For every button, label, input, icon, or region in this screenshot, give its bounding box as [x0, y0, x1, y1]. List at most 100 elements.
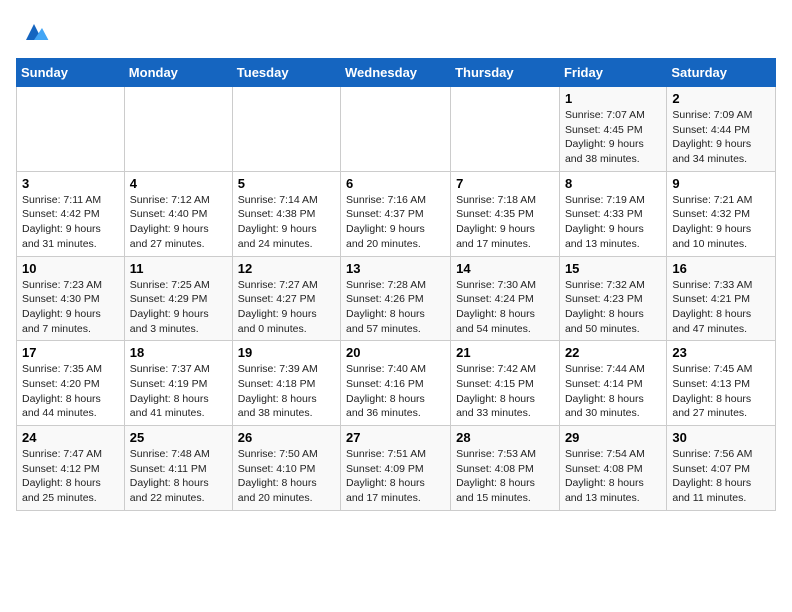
- day-cell: 11 Sunrise: 7:25 AMSunset: 4:29 PMDayligh…: [124, 256, 232, 341]
- day-info: Sunrise: 7:51 AMSunset: 4:09 PMDaylight:…: [346, 447, 445, 506]
- day-info: Sunrise: 7:32 AMSunset: 4:23 PMDaylight:…: [565, 278, 661, 337]
- day-cell: 23 Sunrise: 7:45 AMSunset: 4:13 PMDayligh…: [667, 341, 776, 426]
- day-info: Sunrise: 7:30 AMSunset: 4:24 PMDaylight:…: [456, 278, 554, 337]
- day-info: Sunrise: 7:47 AMSunset: 4:12 PMDaylight:…: [22, 447, 119, 506]
- day-info: Sunrise: 7:27 AMSunset: 4:27 PMDaylight:…: [238, 278, 335, 337]
- day-number: 28: [456, 430, 554, 445]
- day-number: 27: [346, 430, 445, 445]
- day-info: Sunrise: 7:40 AMSunset: 4:16 PMDaylight:…: [346, 362, 445, 421]
- day-cell: 26 Sunrise: 7:50 AMSunset: 4:10 PMDayligh…: [232, 426, 340, 511]
- day-number: 3: [22, 176, 119, 191]
- day-info: Sunrise: 7:11 AMSunset: 4:42 PMDaylight:…: [22, 193, 119, 252]
- day-cell: 3 Sunrise: 7:11 AMSunset: 4:42 PMDaylight…: [17, 171, 125, 256]
- day-cell: 19Sunrise: 7:39 AMSunset: 4:18 PMDayligh…: [232, 341, 340, 426]
- day-info: Sunrise: 7:45 AMSunset: 4:13 PMDaylight:…: [672, 362, 770, 421]
- day-cell: 18 Sunrise: 7:37 AMSunset: 4:19 PMDayligh…: [124, 341, 232, 426]
- weekday-header-friday: Friday: [559, 59, 666, 87]
- day-number: 11: [130, 261, 227, 276]
- day-info: Sunrise: 7:37 AMSunset: 4:19 PMDaylight:…: [130, 362, 227, 421]
- day-number: 17: [22, 345, 119, 360]
- day-info: Sunrise: 7:28 AMSunset: 4:26 PMDaylight:…: [346, 278, 445, 337]
- weekday-header-tuesday: Tuesday: [232, 59, 340, 87]
- day-cell: 8 Sunrise: 7:19 AMSunset: 4:33 PMDaylight…: [559, 171, 666, 256]
- day-cell: [17, 87, 125, 172]
- day-number: 26: [238, 430, 335, 445]
- week-row-3: 10 Sunrise: 7:23 AMSunset: 4:30 PMDayligh…: [17, 256, 776, 341]
- day-number: 6: [346, 176, 445, 191]
- day-cell: 27 Sunrise: 7:51 AMSunset: 4:09 PMDayligh…: [341, 426, 451, 511]
- logo-icon: [18, 16, 50, 48]
- weekday-header-saturday: Saturday: [667, 59, 776, 87]
- day-info: Sunrise: 7:21 AMSunset: 4:32 PMDaylight:…: [672, 193, 770, 252]
- day-info: Sunrise: 7:33 AMSunset: 4:21 PMDaylight:…: [672, 278, 770, 337]
- day-cell: [124, 87, 232, 172]
- logo: [16, 16, 50, 48]
- day-cell: 9 Sunrise: 7:21 AMSunset: 4:32 PMDaylight…: [667, 171, 776, 256]
- day-info: Sunrise: 7:18 AMSunset: 4:35 PMDaylight:…: [456, 193, 554, 252]
- day-number: 20: [346, 345, 445, 360]
- day-number: 29: [565, 430, 661, 445]
- day-number: 30: [672, 430, 770, 445]
- day-info: Sunrise: 7:44 AMSunset: 4:14 PMDaylight:…: [565, 362, 661, 421]
- day-cell: 22 Sunrise: 7:44 AMSunset: 4:14 PMDayligh…: [559, 341, 666, 426]
- day-number: 22: [565, 345, 661, 360]
- day-number: 2: [672, 91, 770, 106]
- day-info: Sunrise: 7:35 AMSunset: 4:20 PMDaylight:…: [22, 362, 119, 421]
- day-info: Sunrise: 7:14 AMSunset: 4:38 PMDaylight:…: [238, 193, 335, 252]
- day-cell: 29 Sunrise: 7:54 AMSunset: 4:08 PMDayligh…: [559, 426, 666, 511]
- day-number: 23: [672, 345, 770, 360]
- week-row-5: 24 Sunrise: 7:47 AMSunset: 4:12 PMDayligh…: [17, 426, 776, 511]
- day-number: 9: [672, 176, 770, 191]
- day-cell: 15Sunrise: 7:32 AMSunset: 4:23 PMDayligh…: [559, 256, 666, 341]
- day-info: Sunrise: 7:50 AMSunset: 4:10 PMDaylight:…: [238, 447, 335, 506]
- day-cell: 12 Sunrise: 7:27 AMSunset: 4:27 PMDayligh…: [232, 256, 340, 341]
- day-number: 5: [238, 176, 335, 191]
- day-info: Sunrise: 7:23 AMSunset: 4:30 PMDaylight:…: [22, 278, 119, 337]
- day-info: Sunrise: 7:07 AMSunset: 4:45 PMDaylight:…: [565, 108, 661, 167]
- day-cell: 28Sunrise: 7:53 AMSunset: 4:08 PMDayligh…: [451, 426, 560, 511]
- day-cell: 5 Sunrise: 7:14 AMSunset: 4:38 PMDaylight…: [232, 171, 340, 256]
- day-info: Sunrise: 7:56 AMSunset: 4:07 PMDaylight:…: [672, 447, 770, 506]
- day-info: Sunrise: 7:48 AMSunset: 4:11 PMDaylight:…: [130, 447, 227, 506]
- weekday-header-monday: Monday: [124, 59, 232, 87]
- day-number: 25: [130, 430, 227, 445]
- day-cell: 20 Sunrise: 7:40 AMSunset: 4:16 PMDayligh…: [341, 341, 451, 426]
- day-cell: [341, 87, 451, 172]
- day-cell: 2 Sunrise: 7:09 AMSunset: 4:44 PMDaylight…: [667, 87, 776, 172]
- day-cell: 13Sunrise: 7:28 AMSunset: 4:26 PMDayligh…: [341, 256, 451, 341]
- day-cell: 17 Sunrise: 7:35 AMSunset: 4:20 PMDayligh…: [17, 341, 125, 426]
- day-number: 8: [565, 176, 661, 191]
- day-info: Sunrise: 7:09 AMSunset: 4:44 PMDaylight:…: [672, 108, 770, 167]
- week-row-2: 3 Sunrise: 7:11 AMSunset: 4:42 PMDaylight…: [17, 171, 776, 256]
- header: [16, 16, 776, 48]
- day-info: Sunrise: 7:19 AMSunset: 4:33 PMDaylight:…: [565, 193, 661, 252]
- day-cell: 24 Sunrise: 7:47 AMSunset: 4:12 PMDayligh…: [17, 426, 125, 511]
- day-cell: 6 Sunrise: 7:16 AMSunset: 4:37 PMDaylight…: [341, 171, 451, 256]
- day-cell: 21Sunrise: 7:42 AMSunset: 4:15 PMDayligh…: [451, 341, 560, 426]
- day-info: Sunrise: 7:39 AMSunset: 4:18 PMDaylight:…: [238, 362, 335, 421]
- day-cell: 30 Sunrise: 7:56 AMSunset: 4:07 PMDayligh…: [667, 426, 776, 511]
- weekday-header-wednesday: Wednesday: [341, 59, 451, 87]
- day-number: 12: [238, 261, 335, 276]
- day-cell: 25 Sunrise: 7:48 AMSunset: 4:11 PMDayligh…: [124, 426, 232, 511]
- day-cell: 16Sunrise: 7:33 AMSunset: 4:21 PMDayligh…: [667, 256, 776, 341]
- weekday-header-thursday: Thursday: [451, 59, 560, 87]
- day-info: Sunrise: 7:54 AMSunset: 4:08 PMDaylight:…: [565, 447, 661, 506]
- day-info: Sunrise: 7:16 AMSunset: 4:37 PMDaylight:…: [346, 193, 445, 252]
- day-number: 24: [22, 430, 119, 445]
- day-number: 10: [22, 261, 119, 276]
- calendar-table: SundayMondayTuesdayWednesdayThursdayFrid…: [16, 58, 776, 511]
- day-cell: 7Sunrise: 7:18 AMSunset: 4:35 PMDaylight…: [451, 171, 560, 256]
- weekday-header-sunday: Sunday: [17, 59, 125, 87]
- day-info: Sunrise: 7:12 AMSunset: 4:40 PMDaylight:…: [130, 193, 227, 252]
- day-number: 21: [456, 345, 554, 360]
- day-cell: 10 Sunrise: 7:23 AMSunset: 4:30 PMDayligh…: [17, 256, 125, 341]
- day-cell: 4Sunrise: 7:12 AMSunset: 4:40 PMDaylight…: [124, 171, 232, 256]
- week-row-4: 17 Sunrise: 7:35 AMSunset: 4:20 PMDayligh…: [17, 341, 776, 426]
- week-row-1: 1Sunrise: 7:07 AMSunset: 4:45 PMDaylight…: [17, 87, 776, 172]
- day-number: 14: [456, 261, 554, 276]
- day-cell: [451, 87, 560, 172]
- weekday-header-row: SundayMondayTuesdayWednesdayThursdayFrid…: [17, 59, 776, 87]
- day-number: 18: [130, 345, 227, 360]
- day-info: Sunrise: 7:25 AMSunset: 4:29 PMDaylight:…: [130, 278, 227, 337]
